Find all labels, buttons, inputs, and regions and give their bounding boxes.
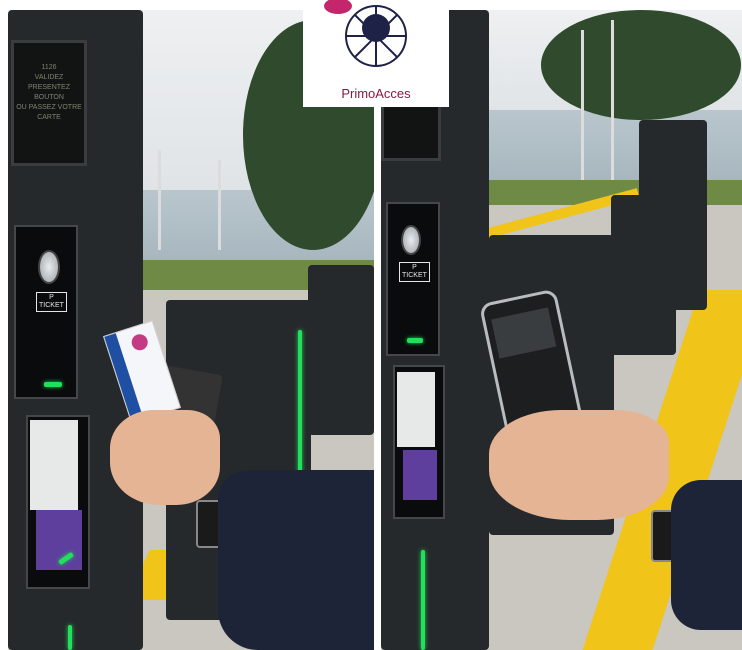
status-led xyxy=(421,550,425,650)
reader-window xyxy=(30,420,78,510)
mast xyxy=(581,30,584,180)
mast xyxy=(158,150,161,250)
barrier-kiosk xyxy=(308,265,374,435)
ticket-button[interactable] xyxy=(38,250,60,284)
kiosk-screen: 1126 VALIDEZ PRESENTEZ BOUTON OU PASSEZ … xyxy=(11,40,87,166)
kiosk-screen xyxy=(381,100,441,161)
hand xyxy=(110,410,220,505)
logo-text: PrimoAcces xyxy=(341,86,411,101)
green-led-strip xyxy=(298,330,302,490)
mast xyxy=(218,160,221,250)
status-led xyxy=(44,382,62,387)
barrier-kiosk xyxy=(611,195,676,355)
hand xyxy=(489,410,669,520)
ticket-label: P TICKET xyxy=(36,292,67,312)
card-logo xyxy=(129,332,150,353)
status-led xyxy=(68,625,72,650)
tree xyxy=(541,10,741,120)
ticket-label: P TICKET xyxy=(399,262,430,282)
logo-icon xyxy=(324,0,407,67)
phone-screen xyxy=(491,307,557,359)
screen-text: 1126 VALIDEZ PRESENTEZ BOUTON OU PASSEZ … xyxy=(16,64,82,121)
reader-window xyxy=(397,372,435,447)
status-led xyxy=(407,338,423,343)
info-sticker xyxy=(403,450,437,500)
sleeve xyxy=(671,480,742,630)
mast xyxy=(611,20,614,180)
sleeve xyxy=(218,470,374,650)
brand-logo: PrimoAcces xyxy=(303,0,449,107)
ticket-button[interactable] xyxy=(401,225,421,255)
